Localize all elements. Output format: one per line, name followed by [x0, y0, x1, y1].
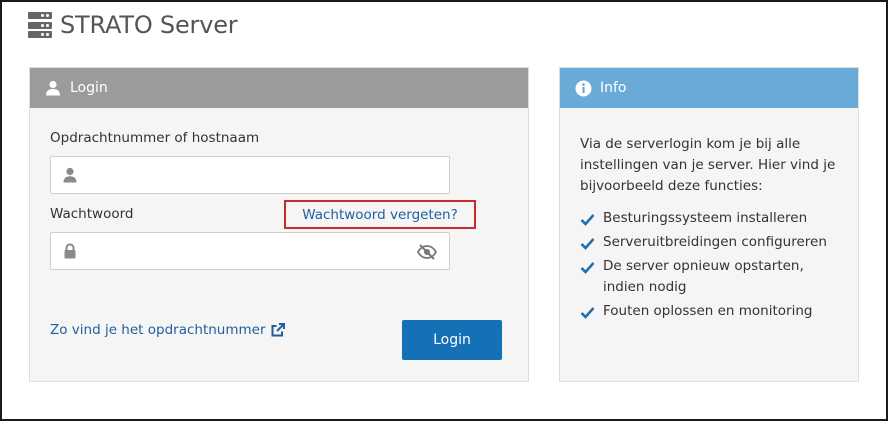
user-icon: [62, 167, 78, 183]
info-panel-header: Info: [560, 68, 858, 108]
list-item: Serveruitbreidingen configureren: [580, 232, 848, 253]
feature-text: Besturingssysteem installeren: [603, 210, 808, 226]
info-intro-text: Via de serverlogin kom je bij alle inste…: [580, 136, 836, 194]
login-panel-title: Login: [70, 80, 108, 96]
password-field[interactable]: [50, 232, 450, 270]
lock-icon: [62, 243, 78, 259]
login-panel: Login Opdrachtnummer of hostnaam Wachtwo…: [29, 67, 529, 382]
external-link-icon: [271, 323, 285, 337]
feature-text: Serveruitbreidingen configureren: [603, 234, 827, 250]
feature-text: Fouten oplossen en monitoring: [603, 303, 813, 319]
info-icon: [574, 79, 592, 97]
check-icon: [580, 305, 595, 319]
info-panel: Info Via de serverlogin kom je bij alle …: [559, 67, 859, 382]
login-button[interactable]: Login: [402, 320, 502, 360]
check-icon: [580, 212, 595, 226]
forgot-password-link[interactable]: Wachtwoord vergeten?: [284, 200, 476, 229]
opdrachtnummer-link[interactable]: Zo vind je het opdrachtnummer: [50, 322, 285, 338]
user-icon: [44, 79, 62, 97]
login-panel-header: Login: [30, 68, 528, 108]
list-item: De server opnieuw opstarten, indien nodi…: [580, 256, 848, 298]
page-frame: STRATO Server Login Opdrachtnummer of ho…: [0, 0, 888, 421]
opdrachtnummer-link-label: Zo vind je het opdrachtnummer: [50, 322, 266, 338]
feature-list: Besturingssysteem installeren Serveruitb…: [580, 208, 848, 325]
page-title: STRATO Server: [60, 11, 238, 39]
check-icon: [580, 236, 595, 250]
info-panel-title: Info: [600, 80, 627, 96]
password-label: Wachtwoord: [50, 206, 134, 222]
page-header: STRATO Server: [28, 11, 238, 39]
hostname-field[interactable]: [50, 156, 450, 194]
server-icon: [28, 12, 52, 38]
feature-text: De server opnieuw opstarten, indien nodi…: [603, 258, 804, 295]
list-item: Fouten oplossen en monitoring: [580, 301, 848, 322]
eye-slash-icon[interactable]: [416, 244, 438, 260]
hostname-label: Opdrachtnummer of hostnaam: [50, 130, 260, 146]
list-item: Besturingssysteem installeren: [580, 208, 848, 229]
check-icon: [580, 260, 595, 274]
